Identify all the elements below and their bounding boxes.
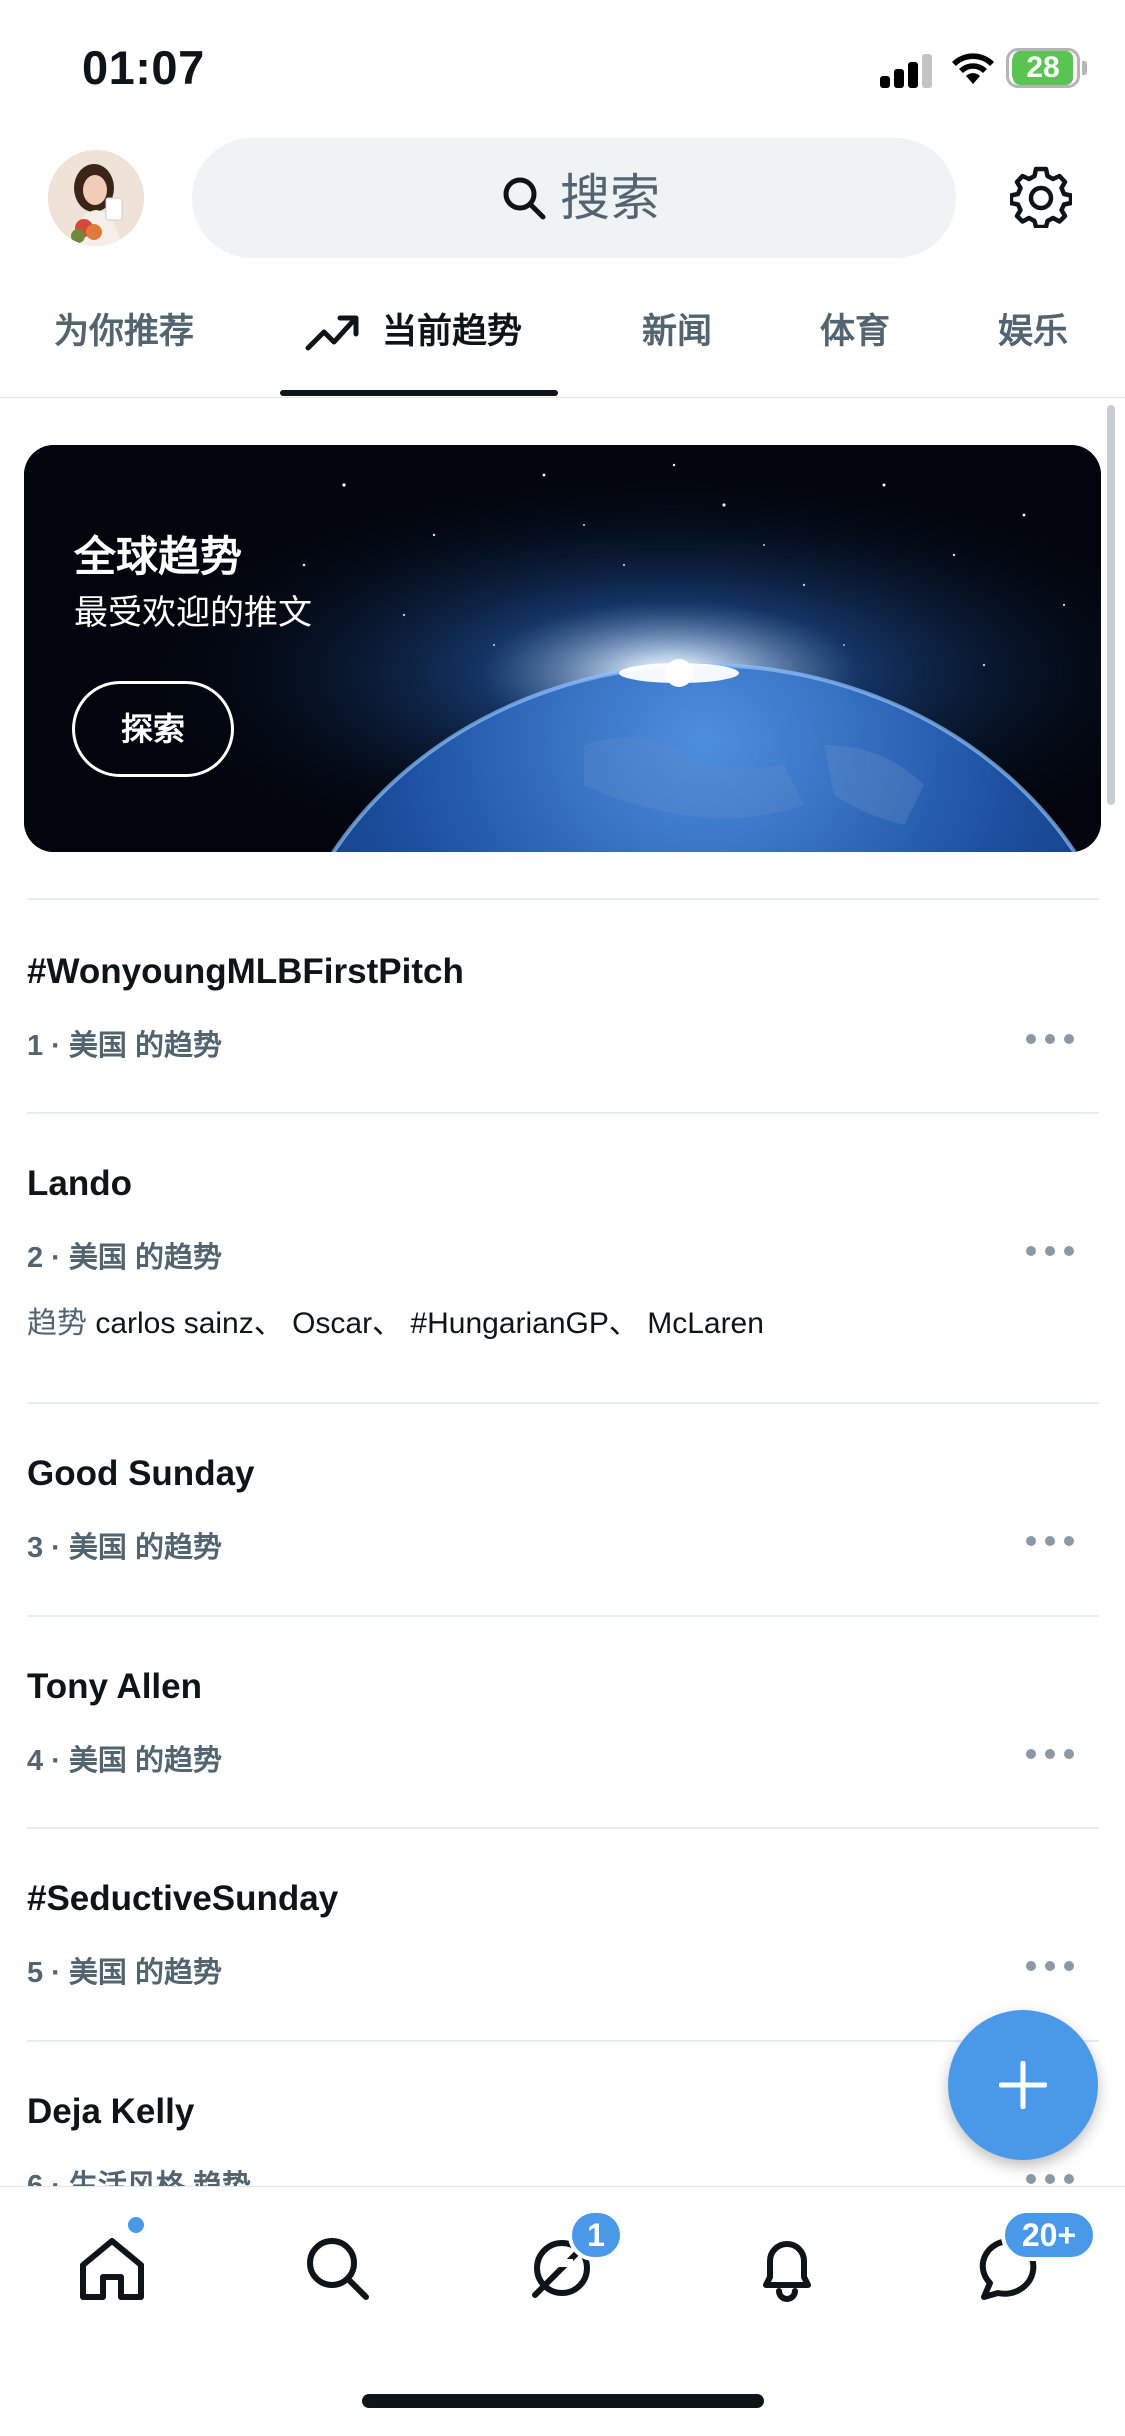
status-time: 01:07 [82,41,205,94]
search-icon [503,177,546,220]
status-bar: 01:07 28 [0,0,1125,135]
trend-name: Good Sunday [27,1454,255,1493]
more-options-icon[interactable] [1026,1961,1074,1973]
trend-tabs: 为你推荐 当前趋势 新闻 体育 娱乐 [0,290,1125,398]
scrollbar[interactable] [1107,405,1115,805]
more-options-icon[interactable] [1026,1246,1074,1258]
compose-button[interactable] [948,2010,1098,2160]
settings-gear-icon[interactable] [1010,166,1072,228]
plus-icon [999,2061,1047,2109]
trend-item[interactable]: Tony Allen 4 · 美国 的趋势 [0,1617,1125,1829]
avatar[interactable] [48,150,144,246]
tab-news[interactable]: 新闻 [642,310,712,354]
trend-item[interactable]: Good Sunday 3 · 美国 的趋势 [0,1404,1125,1616]
trend-name: #SeductiveSunday [27,1879,339,1918]
earth-image [24,445,1101,852]
related-label: 趋势 [27,1307,87,1340]
wifi-icon [952,53,994,84]
tab-entertainment[interactable]: 娱乐 [998,310,1068,354]
more-options-icon[interactable] [1026,1536,1074,1548]
trend-meta: 2 · 美国 的趋势 [27,1242,222,1274]
trend-meta: 5 · 美国 的趋势 [27,1957,222,1989]
trend-item[interactable]: #SeductiveSunday 5 · 美国 的趋势 [0,1829,1125,2041]
trend-item[interactable]: Lando 2 · 美国 的趋势 趋势 carlos sainz、 Oscar、… [0,1114,1125,1402]
banner-subtitle: 最受欢迎的推文 [74,594,312,632]
home-icon[interactable] [77,2233,147,2303]
related-terms: carlos sainz、 Oscar、 #HungarianGP、 McLar… [95,1307,764,1340]
cellular-signal-icon [880,54,934,88]
trend-name: Deja Kelly [27,2092,195,2131]
search-bar[interactable]: 搜索 [192,138,956,258]
search-placeholder: 搜索 [560,170,660,226]
search-icon[interactable] [302,2233,372,2303]
trend-meta: 6 · 生活风格 趋势 [27,2170,251,2186]
trend-name: Lando [27,1164,132,1203]
more-options-icon[interactable] [1026,1749,1074,1761]
spaces-badge: 1 [568,2209,624,2261]
trending-arrow-icon [305,315,359,351]
home-unread-dot [128,2217,144,2233]
tab-sports[interactable]: 体育 [820,310,890,354]
related-trends: 趋势 carlos sainz、 Oscar、 #HungarianGP、 Mc… [27,1298,764,1342]
trend-meta: 4 · 美国 的趋势 [27,1745,222,1777]
battery-icon: 28 [1006,48,1087,88]
trend-meta: 1 · 美国 的趋势 [27,1030,222,1062]
banner-title: 全球趋势 [74,533,243,580]
active-tab-indicator [280,390,558,396]
home-indicator [362,2394,764,2408]
more-options-icon[interactable] [1026,2174,1074,2186]
messages-badge: 20+ [1001,2209,1097,2261]
trend-name: Tony Allen [27,1667,202,1706]
notifications-bell-icon[interactable] [752,2233,822,2303]
more-options-icon[interactable] [1026,1034,1074,1046]
global-trends-banner[interactable]: 全球趋势 最受欢迎的推文 探索 [24,445,1101,852]
battery-level: 28 [1013,51,1073,85]
trend-item[interactable]: #WonyoungMLBFirstPitch 1 · 美国 的趋势 [0,900,1125,1112]
explore-button[interactable]: 探索 [72,681,234,777]
tab-for-you[interactable]: 为你推荐 [54,310,194,354]
tab-trending[interactable]: 当前趋势 [382,310,522,354]
trend-name: #WonyoungMLBFirstPitch [27,952,464,991]
trend-meta: 3 · 美国 的趋势 [27,1532,222,1564]
